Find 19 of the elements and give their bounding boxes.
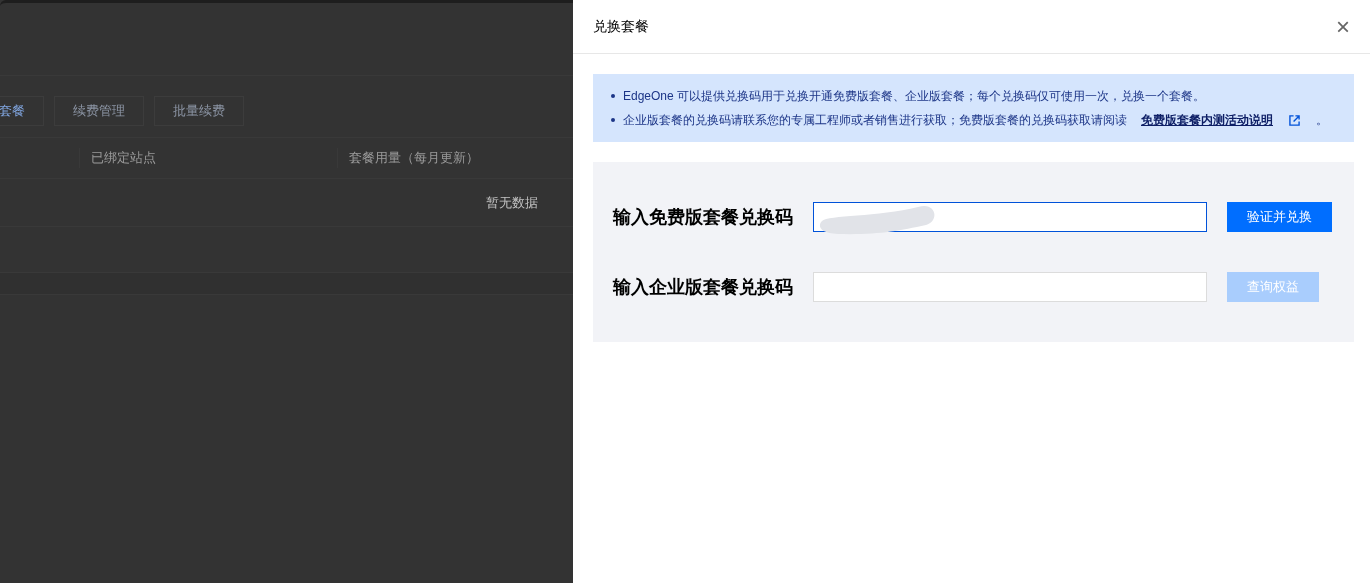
external-link-icon: [1289, 114, 1300, 126]
bullet-icon: [611, 94, 615, 98]
close-button[interactable]: ×: [1336, 16, 1350, 37]
column-header: 已绑定站点: [79, 148, 337, 168]
field-label: 输入企业版套餐兑换码: [613, 276, 794, 299]
activity-link[interactable]: 免费版套餐内测活动说明: [1141, 108, 1273, 132]
field-label: 输入免费版套餐兑换码: [613, 206, 794, 229]
bullet-icon: [611, 118, 615, 122]
notice-text: EdgeOne 可以提供兑换码用于兑换开通免费版套餐、企业版套餐；每个兑换码仅可使用一次，兑换一个套餐。: [623, 88, 1206, 105]
action-button[interactable]: 验证并兑换: [1227, 202, 1332, 232]
notice-text: 企业版套餐的兑换码请联系您的专属工程师或者销售进行获取；免费版套餐的兑换码获取请阅读: [623, 112, 1127, 129]
empty-message: 暂无数据: [486, 193, 538, 212]
notice-text: 。: [1316, 112, 1328, 129]
input-field[interactable]: [813, 202, 1207, 232]
page-button[interactable]: 续费管理: [54, 96, 144, 126]
column-header: 套餐用量（每月更新）: [337, 148, 479, 168]
page-button[interactable]: 套餐: [0, 96, 44, 126]
dialog-title: 兑换套餐: [593, 17, 649, 36]
page-button[interactable]: 批量续费: [154, 96, 244, 126]
